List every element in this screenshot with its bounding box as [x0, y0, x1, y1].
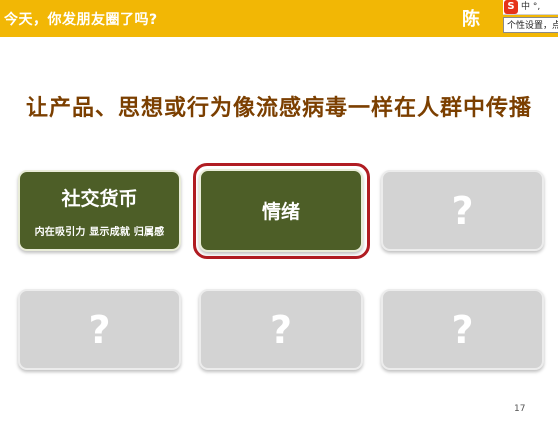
card-emotion: 情绪: [199, 169, 363, 252]
card-unknown: ?: [381, 170, 544, 251]
card-unknown: ?: [381, 289, 544, 370]
ime-logo-icon[interactable]: S: [504, 0, 518, 14]
card-social-currency: 社交货币 内在吸引力 显示成就 归属感: [18, 170, 181, 251]
question-mark: ?: [88, 307, 111, 352]
header-title: 今天，你发朋友圈了吗?: [4, 12, 158, 28]
header-bar: 今天，你发朋友圈了吗? 陈: [0, 0, 558, 37]
slide-title: 让产品、思想或行为像流感病毒一样在人群中传播: [25, 96, 532, 121]
header-right-text: 陈: [462, 9, 480, 30]
question-mark: ?: [451, 188, 474, 233]
card-unknown: ?: [18, 289, 181, 370]
card-subtext: 内在吸引力 显示成就 归属感: [34, 226, 165, 238]
page-number: 17: [514, 404, 526, 414]
card-label: 社交货币: [61, 187, 138, 210]
ime-toolbar[interactable]: S 中 °,: [503, 0, 558, 15]
question-mark: ?: [451, 307, 474, 352]
card-unknown: ?: [199, 289, 363, 370]
ime-mode-text[interactable]: 中 °,: [521, 0, 540, 14]
question-mark: ?: [269, 307, 293, 352]
card-label: 情绪: [261, 201, 300, 223]
ime-tooltip: 个性设置，点: [503, 17, 558, 33]
